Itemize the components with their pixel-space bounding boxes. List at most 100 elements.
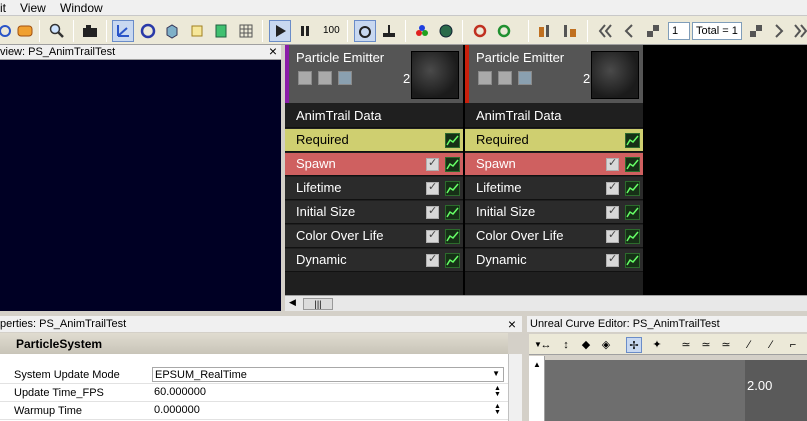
property-value[interactable]: 60.000000: [154, 386, 206, 398]
spinner-icon[interactable]: ▲ ▼: [494, 385, 501, 398]
camera-icon[interactable]: [79, 20, 101, 42]
property-value[interactable]: 0.000000: [154, 404, 200, 416]
fit-horizontal-icon[interactable]: ↔: [538, 337, 554, 353]
last-icon[interactable]: [790, 20, 807, 42]
property-row[interactable]: System Update Mode EPSUM_RealTime ▼: [0, 366, 508, 384]
lod-add-icon[interactable]: [535, 20, 557, 42]
curve-graph-icon[interactable]: [445, 205, 460, 220]
render-mode-icon[interactable]: [318, 71, 332, 85]
emitter-header[interactable]: Particle Emitter 21: [465, 45, 643, 103]
scroll-thumb[interactable]: |||: [303, 298, 333, 310]
reset-icon[interactable]: [469, 20, 491, 42]
lod-remove-icon[interactable]: [560, 20, 582, 42]
speed-label[interactable]: 100: [323, 25, 340, 36]
curve-graph-icon[interactable]: [445, 157, 460, 172]
curve-graph-icon[interactable]: [445, 229, 460, 244]
close-icon[interactable]: ×: [508, 316, 516, 332]
lod-icon-2[interactable]: [745, 20, 767, 42]
module-animtrail-data[interactable]: AnimTrail Data: [285, 105, 463, 128]
lod-icon[interactable]: [642, 20, 664, 42]
module-color-over-life[interactable]: Color Over Life: [465, 225, 643, 248]
module-enable-checkbox[interactable]: [606, 204, 619, 219]
search-icon[interactable]: [46, 20, 68, 42]
first-icon[interactable]: [594, 20, 616, 42]
linear-icon[interactable]: ∕: [741, 337, 757, 353]
next-icon[interactable]: [768, 20, 790, 42]
curve-graph-icon[interactable]: [625, 253, 640, 268]
module-enable-checkbox[interactable]: [426, 156, 439, 171]
tangent-auto-icon[interactable]: ≃: [678, 337, 694, 353]
pan-icon[interactable]: ✢: [626, 337, 642, 353]
cube-icon[interactable]: [161, 20, 183, 42]
module-enable-checkbox[interactable]: [606, 252, 619, 267]
bookmark-icon[interactable]: [210, 20, 232, 42]
color-icon[interactable]: [411, 20, 433, 42]
step-icon[interactable]: ⌐: [785, 337, 801, 353]
module-initial-size[interactable]: Initial Size: [285, 201, 463, 224]
orbit-icon[interactable]: [137, 20, 159, 42]
preview-viewport[interactable]: [0, 60, 281, 311]
curve-list[interactable]: ▲: [529, 356, 545, 421]
module-initial-size[interactable]: Initial Size: [465, 201, 643, 224]
curve-graph-icon[interactable]: [445, 253, 460, 268]
curve-graph-icon[interactable]: [445, 181, 460, 196]
fit-all-icon[interactable]: ◆: [578, 337, 594, 353]
module-animtrail-data[interactable]: AnimTrail Data: [465, 105, 643, 128]
module-enable-checkbox[interactable]: [426, 252, 439, 267]
line-icon[interactable]: ∕: [763, 337, 779, 353]
square-icon[interactable]: [186, 20, 208, 42]
property-row[interactable]: Update Time_FPS 60.000000 ▲ ▼: [0, 384, 508, 402]
curve-graph-icon[interactable]: [625, 205, 640, 220]
menu-item-view[interactable]: View: [20, 1, 46, 15]
pause-icon[interactable]: [294, 20, 316, 42]
scroll-left-icon[interactable]: ◀: [289, 297, 296, 308]
sphere-icon[interactable]: [435, 20, 457, 42]
module-enable-checkbox[interactable]: [426, 228, 439, 243]
module-required[interactable]: Required: [465, 129, 643, 152]
close-icon[interactable]: ×: [269, 43, 277, 59]
joystick-icon[interactable]: [378, 20, 400, 42]
module-enable-checkbox[interactable]: [606, 156, 619, 171]
render-mode-icon[interactable]: [498, 71, 512, 85]
module-enable-checkbox[interactable]: [426, 180, 439, 195]
system-update-mode-select[interactable]: EPSUM_RealTime ▼: [152, 367, 504, 382]
curve-graph-area[interactable]: 2.00: [545, 360, 807, 421]
scroll-up-icon[interactable]: ▲: [533, 360, 541, 369]
curve-graph-icon[interactable]: [445, 133, 460, 148]
undo-icon[interactable]: [14, 20, 36, 42]
tangent-user-icon[interactable]: ≃: [698, 337, 714, 353]
module-enable-checkbox[interactable]: [606, 180, 619, 195]
enable-checkbox-icon[interactable]: [298, 71, 312, 85]
refresh-icon[interactable]: [493, 20, 515, 42]
solo-icon[interactable]: [338, 71, 352, 85]
module-dynamic[interactable]: Dynamic: [465, 249, 643, 272]
module-spawn[interactable]: Spawn: [465, 153, 643, 176]
tangent-break-icon[interactable]: ≃: [718, 337, 734, 353]
module-required[interactable]: Required: [285, 129, 463, 152]
play-icon[interactable]: [269, 20, 291, 42]
module-enable-checkbox[interactable]: [426, 204, 439, 219]
chevron-down-icon[interactable]: ▼: [492, 369, 500, 378]
fit-selected-icon[interactable]: ◈: [598, 337, 614, 353]
fit-vertical-icon[interactable]: ↕: [558, 337, 574, 353]
solo-icon[interactable]: [518, 71, 532, 85]
module-enable-checkbox[interactable]: [606, 228, 619, 243]
module-spawn[interactable]: Spawn: [285, 153, 463, 176]
module-color-over-life[interactable]: Color Over Life: [285, 225, 463, 248]
zoom-icon[interactable]: ✦: [649, 337, 665, 353]
menu-item-edit[interactable]: it: [0, 1, 6, 15]
curve-graph-icon[interactable]: [625, 157, 640, 172]
curve-graph-icon[interactable]: [625, 229, 640, 244]
emitter-column[interactable]: Particle Emitter 21 AnimTrail Data Requi…: [285, 45, 463, 295]
module-lifetime[interactable]: Lifetime: [465, 177, 643, 200]
axis-icon[interactable]: [112, 20, 134, 42]
horizontal-scrollbar[interactable]: ◀ |||: [285, 295, 807, 311]
curve-graph-icon[interactable]: [625, 133, 640, 148]
property-row[interactable]: Warmup Time 0.000000 ▲ ▼: [0, 402, 508, 420]
spinner-icon[interactable]: ▲ ▼: [494, 403, 501, 416]
properties-scrollbar[interactable]: [508, 354, 522, 421]
lod-index-input[interactable]: [668, 22, 690, 40]
loop-icon[interactable]: [354, 20, 376, 42]
menu-item-window[interactable]: Window: [60, 1, 103, 15]
grid-icon[interactable]: [235, 20, 257, 42]
